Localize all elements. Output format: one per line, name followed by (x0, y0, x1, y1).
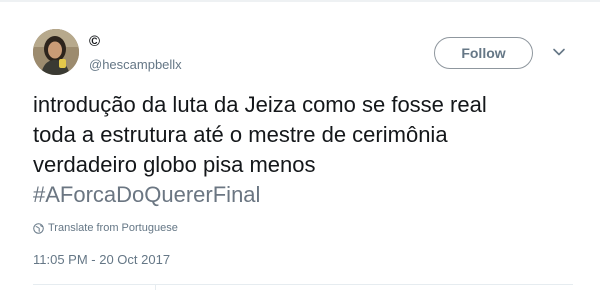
hashtag-link[interactable]: #AForcaDoQuererFinal (33, 180, 583, 210)
tweet-card: © @hescampbellx Follow introdução da lut… (0, 0, 600, 290)
action-bar-divider (155, 284, 156, 290)
bottom-divider (33, 284, 573, 285)
tweet-timestamp[interactable]: 11:05 PM - 20 Oct 2017 (33, 252, 170, 267)
avatar[interactable] (33, 29, 79, 75)
top-divider (0, 0, 600, 2)
follow-button[interactable]: Follow (434, 37, 533, 69)
avatar-photo (33, 29, 79, 75)
tweet-text-line: introdução da luta da Jeiza como se foss… (33, 92, 487, 117)
translate-label: Translate from Portuguese (48, 222, 178, 234)
chevron-down-icon[interactable] (551, 44, 567, 60)
author-display-name[interactable]: © (89, 33, 100, 50)
translate-link[interactable]: Translate from Portuguese (33, 222, 178, 234)
tweet-text-line: verdadeiro globo pisa menos (33, 152, 316, 177)
globe-icon (33, 222, 44, 234)
tweet-text-line: toda a estrutura até o mestre de cerimôn… (33, 122, 448, 147)
tweet-text: introdução da luta da Jeiza como se foss… (33, 90, 583, 210)
author-handle[interactable]: @hescampbellx (89, 57, 182, 72)
